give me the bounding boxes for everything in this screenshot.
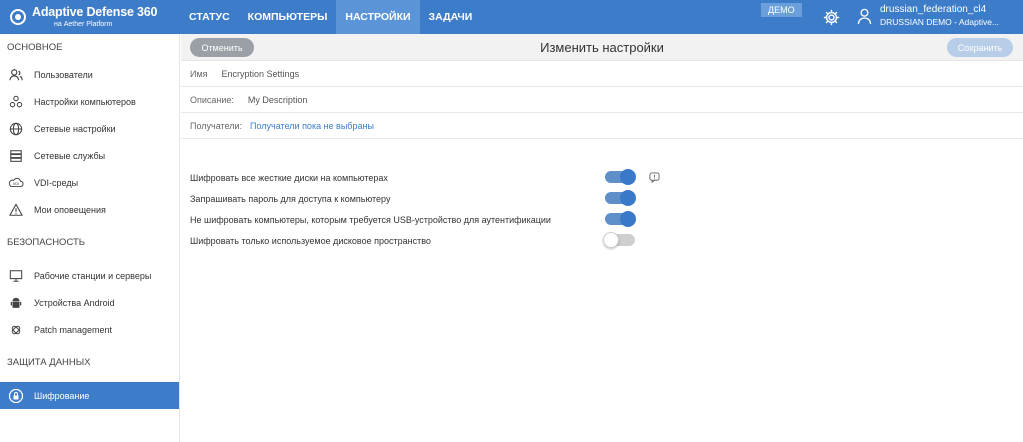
warning-icon	[8, 202, 24, 218]
sidebar-item-computer-settings[interactable]: Настройки компьютеров	[0, 88, 179, 115]
sidebar-item-label: Устройства Android	[34, 297, 115, 308]
sidebar: ОСНОВНОЕ Пользователи Настройки компьюте…	[0, 34, 180, 442]
sidebar-item-label: Patch management	[34, 324, 113, 335]
save-button[interactable]: Сохранить	[947, 38, 1013, 57]
user-org: DRUSSIAN DEMO - Adaptive...	[880, 16, 1000, 27]
sidebar-item-label: Настройки компьютеров	[34, 96, 136, 107]
sidebar-item-label: Сетевые настройки	[34, 123, 116, 134]
users-icon	[8, 67, 24, 83]
description-label: Описание:	[190, 94, 234, 105]
sidebar-item-users[interactable]: Пользователи	[0, 61, 179, 88]
brand-name: Adaptive Defense 360	[32, 5, 158, 20]
option-row: Шифровать только используемое дисковое п…	[181, 230, 1023, 251]
option-row: Не шифровать компьютеры, которым требует…	[181, 209, 1023, 230]
sidebar-item-patch-management[interactable]: Patch management	[0, 316, 179, 343]
sidebar-item-network-settings[interactable]: Сетевые настройки	[0, 115, 179, 142]
main-content: Отменить Изменить настройки Сохранить Им…	[181, 34, 1023, 442]
android-icon	[8, 295, 24, 311]
sidebar-item-label: Рабочие станции и серверы	[34, 270, 152, 281]
description-input[interactable]: My Description	[248, 95, 308, 105]
name-field-row: Имя Encryption Settings	[181, 61, 1023, 87]
sidebar-item-label: Шифрование	[34, 390, 90, 401]
nav-computers[interactable]: КОМПЬЮТЕРЫ	[239, 0, 337, 34]
computer-settings-icon	[8, 94, 24, 110]
brand-logo-icon	[10, 9, 26, 25]
server-icon	[8, 148, 24, 164]
user-name: drussian_federation_cl4	[880, 4, 987, 15]
sidebar-item-label: Пользователи	[34, 69, 93, 80]
option-label: Не шифровать компьютеры, которым требует…	[190, 214, 551, 225]
encryption-icon	[8, 388, 24, 404]
sidebar-item-label: Сетевые службы	[34, 150, 106, 161]
sidebar-item-android[interactable]: Устройства Android	[0, 289, 179, 316]
top-bar: Adaptive Defense 360 на Aether Platform …	[0, 0, 1023, 34]
sidebar-item-label: Мои оповещения	[34, 204, 106, 215]
nav-settings[interactable]: НАСТРОЙКИ	[336, 0, 420, 34]
page-header: Отменить Изменить настройки Сохранить	[181, 34, 1023, 61]
encrypt-all-disks-toggle[interactable]	[605, 169, 636, 185]
sidebar-item-network-services[interactable]: Сетевые службы	[0, 142, 179, 169]
name-input[interactable]: Encryption Settings	[222, 69, 300, 79]
skip-usb-auth-toggle[interactable]	[605, 211, 636, 227]
ask-password-toggle[interactable]	[605, 190, 636, 206]
vdi-icon: VDI	[8, 175, 24, 191]
nav-status[interactable]: СТАТУС	[180, 0, 239, 34]
recipients-link[interactable]: Получатели пока не выбраны	[250, 121, 374, 131]
option-row: Запрашивать пароль для доступа к компьют…	[181, 188, 1023, 209]
sidebar-section-title: БЕЗОПАСНОСТЬ	[7, 237, 86, 248]
demo-badge: ДЕМО	[761, 3, 802, 17]
page-title: Изменить настройки	[540, 40, 664, 55]
sidebar-item-encryption[interactable]: Шифрование	[0, 382, 179, 409]
sidebar-item-alerts[interactable]: Мои оповещения	[0, 196, 179, 223]
description-field-row: Описание: My Description	[181, 87, 1023, 113]
svg-text:VDI: VDI	[13, 182, 19, 186]
monitor-icon	[8, 268, 24, 284]
main-nav: СТАТУС КОМПЬЮТЕРЫ НАСТРОЙКИ ЗАДАЧИ	[180, 0, 481, 34]
sidebar-item-vdi[interactable]: VDI VDI-среды	[0, 169, 179, 196]
sidebar-item-label: VDI-среды	[34, 177, 79, 188]
sidebar-section-title: ЗАЩИТА ДАННЫХ	[7, 357, 91, 368]
option-label: Шифровать все жесткие диски на компьютер…	[190, 172, 388, 183]
nav-tasks[interactable]: ЗАДАЧИ	[420, 0, 482, 34]
brand-subtitle: на Aether Platform	[54, 20, 113, 28]
patch-icon	[8, 322, 24, 338]
brand[interactable]: Adaptive Defense 360 на Aether Platform	[0, 0, 180, 34]
recipients-label: Получатели:	[190, 120, 243, 131]
user-icon[interactable]	[857, 8, 872, 25]
info-icon[interactable]	[649, 172, 660, 183]
recipients-field-row: Получатели: Получатели пока не выбраны	[181, 113, 1023, 139]
sidebar-item-workstations[interactable]: Рабочие станции и серверы	[0, 262, 179, 289]
encryption-options: Шифровать все жесткие диски на компьютер…	[181, 139, 1023, 251]
name-label: Имя	[190, 68, 208, 79]
user-info[interactable]: drussian_federation_cl4 DRUSSIAN DEMO - …	[880, 4, 999, 27]
option-row: Шифровать все жесткие диски на компьютер…	[181, 167, 1023, 188]
gear-icon[interactable]	[823, 9, 840, 26]
used-space-only-toggle[interactable]	[603, 232, 635, 248]
option-label: Запрашивать пароль для доступа к компьют…	[190, 193, 391, 204]
sidebar-section-title: ОСНОВНОЕ	[7, 42, 63, 53]
globe-icon	[8, 121, 24, 137]
option-label: Шифровать только используемое дисковое п…	[190, 235, 431, 246]
